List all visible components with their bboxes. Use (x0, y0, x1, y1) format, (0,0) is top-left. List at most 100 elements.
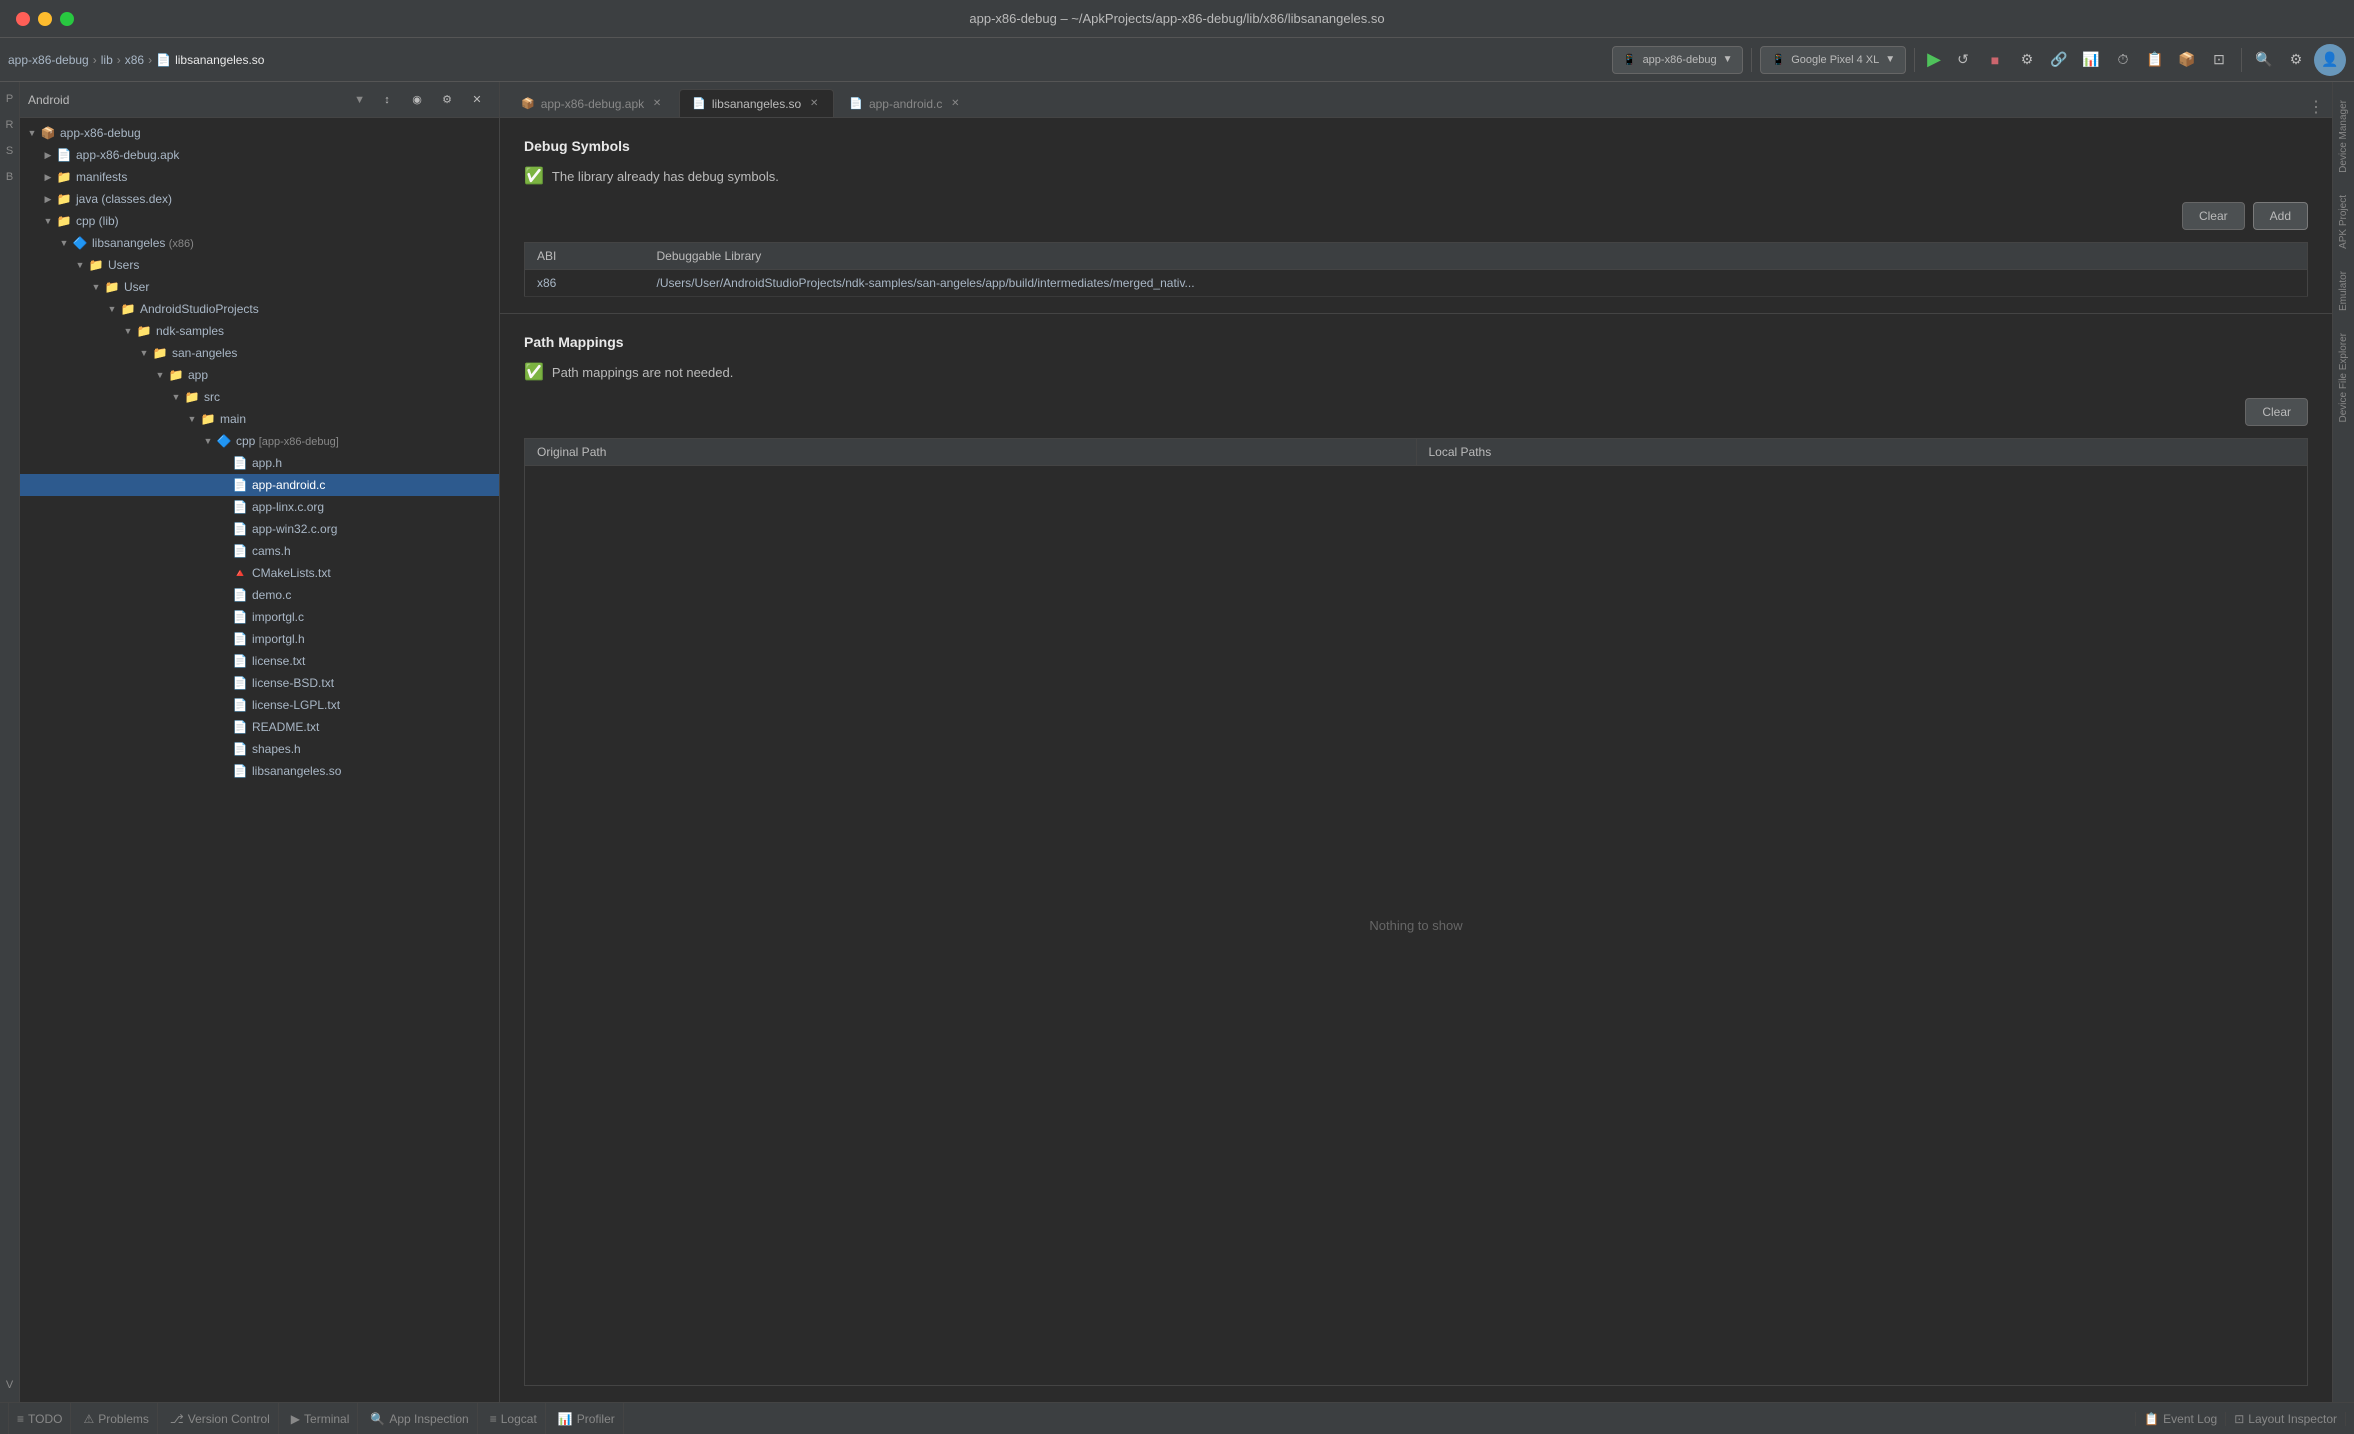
tree-item-cpp-module[interactable]: ▼ 🔷 cpp [app-x86-debug] (20, 430, 499, 452)
apk-button[interactable]: 📦 (2173, 46, 2201, 74)
tree-item-san-angeles[interactable]: ▼ 📁 san-angeles (20, 342, 499, 364)
tree-item-main[interactable]: ▼ 📁 main (20, 408, 499, 430)
coverage-button[interactable]: 📋 (2141, 46, 2169, 74)
emulator-tab[interactable]: Emulator (2336, 261, 2351, 321)
debug-symbols-add-button[interactable]: Add (2253, 202, 2308, 230)
tree-item-license-txt[interactable]: ▶ 📄 license.txt (20, 650, 499, 672)
cpp-module-icon: 🔷 (72, 235, 88, 251)
folder-icon: 📁 (136, 323, 152, 339)
breadcrumb-x86[interactable]: x86 (125, 53, 144, 67)
folder-icon: 📁 (56, 169, 72, 185)
tree-item-app-h[interactable]: ▶ 📄 app.h (20, 452, 499, 474)
layout-inspector-button[interactable]: ⊡ Layout Inspector (2226, 1412, 2346, 1426)
tree-item-importgl-c[interactable]: ▶ 📄 importgl.c (20, 606, 499, 628)
tree-item-app-linx[interactable]: ▶ 📄 app-linx.c.org (20, 496, 499, 518)
tree-item-app-folder[interactable]: ▼ 📁 app (20, 364, 499, 386)
tree-item-ndk-samples[interactable]: ▼ 📁 ndk-samples (20, 320, 499, 342)
debug-symbols-clear-button[interactable]: Clear (2182, 202, 2245, 230)
tree-item-users[interactable]: ▼ 📁 Users (20, 254, 499, 276)
tree-item-demo-c[interactable]: ▶ 📄 demo.c (20, 584, 499, 606)
maximize-button[interactable] (60, 12, 74, 26)
tab-libsanangeles[interactable]: 📄 libsanangeles.so ✕ (679, 89, 834, 117)
breadcrumb-lib[interactable]: lib (101, 53, 113, 67)
tree-item-license-lgpl[interactable]: ▶ 📄 license-LGPL.txt (20, 694, 499, 716)
path-mappings-clear-button[interactable]: Clear (2245, 398, 2308, 426)
collapse-all-button[interactable]: ↕ (373, 86, 401, 114)
tree-item-app-x86-debug[interactable]: ▼ 📦 app-x86-debug (20, 122, 499, 144)
stop-button[interactable]: ■ (1981, 46, 2009, 74)
project-tab-icon[interactable]: P (1, 90, 19, 108)
tree-item-app-win32[interactable]: ▶ 📄 app-win32.c.org (20, 518, 499, 540)
logcat-button[interactable]: ≡ Logcat (482, 1403, 546, 1434)
table-cell-library: /Users/User/AndroidStudioProjects/ndk-sa… (645, 270, 2308, 297)
device-file-explorer-tab[interactable]: Device File Explorer (2336, 323, 2351, 432)
apk-project-tab[interactable]: APK Project (2336, 185, 2351, 259)
tree-item-cmakelists[interactable]: ▶ 🔺 CMakeLists.txt (20, 562, 499, 584)
layout-button[interactable]: ⊡ (2205, 46, 2233, 74)
warning-icon: ⚠ (83, 1412, 94, 1426)
profile-button[interactable]: 📊 (2077, 46, 2105, 74)
tree-item-java[interactable]: ▶ 📁 java (classes.dex) (20, 188, 499, 210)
tree-item-cpp[interactable]: ▼ 📁 cpp (lib) (20, 210, 499, 232)
tree-item-shapes-h[interactable]: ▶ 📄 shapes.h (20, 738, 499, 760)
build-variants-icon[interactable]: V (1, 1376, 19, 1394)
search-button[interactable]: 🔍 (2250, 46, 2278, 74)
profiler-button[interactable]: 📊 Profiler (550, 1403, 624, 1434)
todo-button[interactable]: ≡ TODO (8, 1403, 71, 1434)
tree-arrow: ▶ (40, 191, 56, 207)
version-control-button[interactable]: ⎇ Version Control (162, 1403, 279, 1434)
close-button[interactable] (16, 12, 30, 26)
avatar[interactable]: 👤 (2314, 44, 2346, 76)
tree-item-importgl-h[interactable]: ▶ 📄 importgl.h (20, 628, 499, 650)
bookmarks-icon[interactable]: B (1, 168, 19, 186)
problems-button[interactable]: ⚠ Problems (75, 1403, 157, 1434)
tree-item-user[interactable]: ▼ 📁 User (20, 276, 499, 298)
editor-tabs: 📦 app-x86-debug.apk ✕ 📄 libsanangeles.so… (500, 82, 2332, 118)
panel-settings-button[interactable]: ⚙ (433, 86, 461, 114)
device-model-selector[interactable]: 📱 Google Pixel 4 XL ▼ (1760, 46, 1906, 74)
panel-close-button[interactable]: ✕ (463, 86, 491, 114)
tree-item-readme[interactable]: ▶ 📄 README.txt (20, 716, 499, 738)
device-manager-tab[interactable]: Device Manager (2336, 90, 2351, 183)
tree-item-libsanangeles-so[interactable]: ▶ 📄 libsanangeles.so (20, 760, 499, 782)
breadcrumb-app[interactable]: app-x86-debug (8, 53, 89, 67)
breadcrumb-file[interactable]: 📄 libsanangeles.so (156, 53, 264, 67)
settings-button[interactable]: ⚙ (2282, 46, 2310, 74)
tab-more-button[interactable]: ⋮ (2308, 97, 2324, 117)
profiler-button[interactable]: ⏱ (2109, 46, 2137, 74)
tree-item-license-bsd[interactable]: ▶ 📄 license-BSD.txt (20, 672, 499, 694)
tab-apk[interactable]: 📦 app-x86-debug.apk ✕ (508, 89, 677, 117)
tree-item-apk[interactable]: ▶ 📄 app-x86-debug.apk (20, 144, 499, 166)
terminal-button[interactable]: ▶ Terminal (283, 1403, 359, 1434)
tree-item-libsanangeles[interactable]: ▼ 🔷 libsanangeles (x86) (20, 232, 499, 254)
minimize-button[interactable] (38, 12, 52, 26)
tree-item-app-android-c[interactable]: ▶ 📄 app-android.c (20, 474, 499, 496)
rerun-button[interactable]: ↺ (1949, 46, 1977, 74)
attach-button[interactable]: 🔗 (2045, 46, 2073, 74)
sync-button[interactable]: ⚙ (2013, 46, 2041, 74)
tree-item-androidstudioprojects[interactable]: ▼ 📁 AndroidStudioProjects (20, 298, 499, 320)
far-left-strip: P R S B V (0, 82, 20, 1402)
tab-close-lib[interactable]: ✕ (807, 97, 821, 111)
tab-close-apk[interactable]: ✕ (650, 97, 664, 111)
device-selector[interactable]: 📱 app-x86-debug ▼ (1612, 46, 1744, 74)
h-file-icon-3: 📄 (232, 741, 248, 757)
debug-symbols-table: ABI Debuggable Library x86 /Users/User/A… (524, 242, 2308, 297)
tree-label: Users (108, 258, 139, 272)
breadcrumb: app-x86-debug › lib › x86 › 📄 libsanange… (8, 53, 264, 67)
tree-item-cams-h[interactable]: ▶ 📄 cams.h (20, 540, 499, 562)
locate-file-button[interactable]: ◉ (403, 86, 431, 114)
tree-arrow: ▶ (40, 169, 56, 185)
structure-icon[interactable]: S (1, 142, 19, 160)
project-panel: Android ▼ ↕ ◉ ⚙ ✕ ▼ 📦 app-x86-debug ▶ 📄 … (20, 82, 500, 1402)
tree-item-src[interactable]: ▼ 📁 src (20, 386, 499, 408)
event-log-button[interactable]: 📋 Event Log (2135, 1412, 2226, 1426)
tree-item-manifests[interactable]: ▶ 📁 manifests (20, 166, 499, 188)
tab-label: app-x86-debug.apk (541, 97, 644, 111)
tab-close-android[interactable]: ✕ (948, 97, 962, 111)
app-inspection-button[interactable]: 🔍 App Inspection (362, 1403, 477, 1434)
run-button[interactable]: ▶ (1923, 49, 1945, 70)
txt-file-icon-3: 📄 (232, 697, 248, 713)
tab-app-android[interactable]: 📄 app-android.c ✕ (836, 89, 975, 117)
resource-manager-icon[interactable]: R (1, 116, 19, 134)
